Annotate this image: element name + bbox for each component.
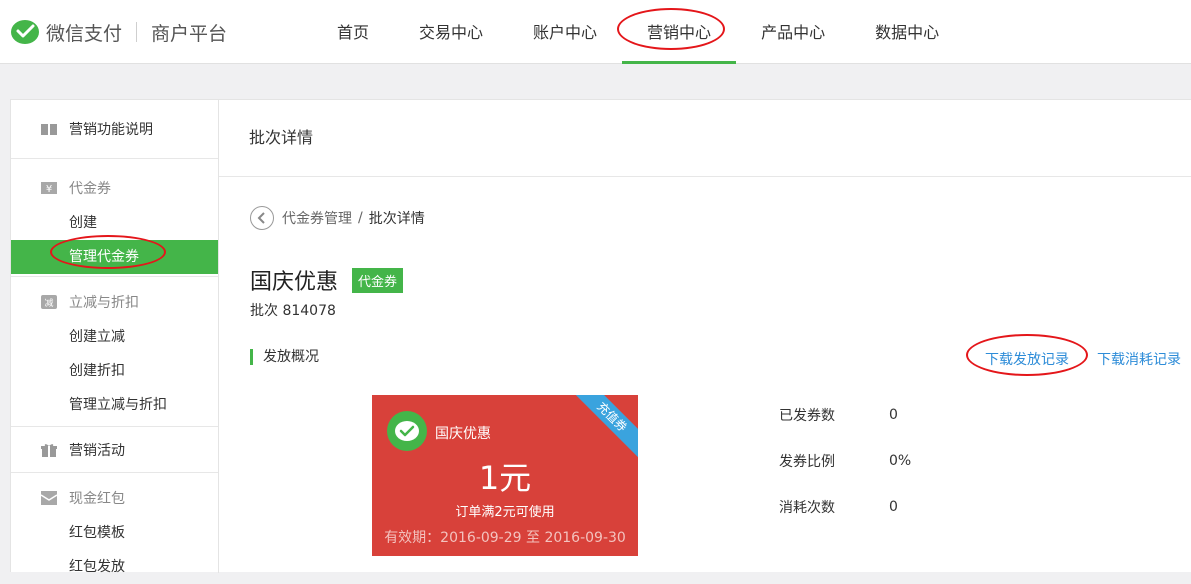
batch-title: 国庆优惠 [250,270,339,295]
sidebar-item-create-voucher[interactable]: 创建 [11,206,218,240]
brand-divider [136,22,138,42]
section-title: 发放概况 [250,349,319,365]
coupon-ribbon: 充值券 [569,395,638,460]
sidebar-heading-redpacket: 现金红包 [11,479,218,516]
stat-row: 消耗次数 0 [779,484,911,530]
sidebar-item-create-reduction[interactable]: 创建立减 [11,320,218,354]
sidebar-heading-label: 代金券 [69,180,111,197]
breadcrumb: 代金券管理 / 批次详情 [250,206,425,230]
stat-value: 0 [889,407,898,423]
brand-name: 微信支付 [46,22,123,45]
nav-account-center[interactable]: 账户中心 [508,0,622,64]
sidebar-item-create-discount[interactable]: 创建折扣 [11,354,218,388]
breadcrumb-separator: / [358,210,363,226]
stat-value: 0 [889,499,898,515]
svg-text:减: 减 [44,297,53,309]
brand-subtitle: 商户平台 [151,22,228,45]
coupon-card: 充值券 国庆优惠 1元 订单满2元可使用 有效期：2016-09-29 至 20… [372,395,638,556]
download-consume-record-link[interactable]: 下载消耗记录 [1097,349,1181,369]
batch-number: 批次 814078 [250,303,336,319]
voucher-tag: 代金券 [352,267,404,293]
sidebar-group-voucher: ¥ 代金券 创建 管理代金券 [11,159,218,277]
discount-icon: 减 [41,294,57,309]
sidebar-item-intro[interactable]: 营销功能说明 [11,100,218,158]
top-bar: 微信支付 商户平台 首页 交易中心 账户中心 营销中心 产品中心 数据中心 [0,0,1191,64]
book-icon [41,122,57,136]
svg-text:¥: ¥ [46,184,52,194]
stats-list: 已发券数 0 发券比例 0% 消耗次数 0 [779,392,911,530]
stat-label: 已发券数 [779,408,835,424]
chevron-left-icon [257,212,265,224]
sidebar-item-label: 营销功能说明 [69,122,153,138]
stat-label: 发券比例 [779,454,835,470]
sidebar-heading-voucher: ¥ 代金券 [11,169,218,206]
wechat-pay-icon [387,411,427,451]
back-button[interactable] [250,206,274,230]
coupon-name: 国庆优惠 [435,426,491,442]
yen-icon: ¥ [41,181,57,195]
sidebar-item-redpacket-send[interactable]: 红包发放 [11,550,218,584]
wechat-pay-logo-icon [10,17,40,47]
download-issue-record-link[interactable]: 下载发放记录 [985,349,1069,369]
nav-home[interactable]: 首页 [312,0,394,64]
coupon-validity: 有效期：2016-09-29 至 2016-09-30 [384,530,626,546]
sidebar-item-activity[interactable]: 营销活动 [11,431,218,468]
main-content: 批次详情 代金券管理 / 批次详情 国庆优惠 代金券 批次 814078 发放概… [219,100,1191,573]
sidebar-heading-discount: 减 立减与折扣 [11,283,218,320]
nav-marketing-center[interactable]: 营销中心 [622,0,737,64]
stat-row: 发券比例 0% [779,438,911,484]
stat-value: 0% [889,453,912,469]
sidebar-group-intro: 营销功能说明 [11,100,218,159]
nav-product-center[interactable]: 产品中心 [736,0,850,64]
sidebar-group-activity: 营销活动 [11,427,218,473]
sidebar-item-label: 营销活动 [69,442,125,459]
sidebar-heading-label: 立减与折扣 [69,294,139,311]
breadcrumb-current: 批次详情 [368,211,425,227]
stat-label: 消耗次数 [779,500,835,516]
sidebar-heading-label: 现金红包 [69,490,125,507]
sidebar: 营销功能说明 ¥ 代金券 创建 管理代金券 减 立减与折扣 创建立减 创建折扣 … [11,100,219,575]
sidebar-item-redpacket-template[interactable]: 红包模板 [11,516,218,550]
redpacket-icon [41,490,57,505]
sidebar-group-redpacket: 现金红包 红包模板 红包发放 [11,473,218,584]
gift-icon [41,443,57,457]
content-panel: 营销功能说明 ¥ 代金券 创建 管理代金券 减 立减与折扣 创建立减 创建折扣 … [10,99,1191,575]
nav-trade-center[interactable]: 交易中心 [394,0,508,64]
sidebar-item-manage-voucher[interactable]: 管理代金券 [11,240,218,274]
stat-row: 已发券数 0 [779,392,911,438]
coupon-amount: 1元 [478,459,532,497]
main-nav: 首页 交易中心 账户中心 营销中心 产品中心 数据中心 [312,0,964,64]
coupon-condition: 订单满2元可使用 [455,505,555,520]
brand-logo[interactable]: 微信支付 商户平台 [10,16,227,48]
sidebar-group-discount: 减 立减与折扣 创建立减 创建折扣 管理立减与折扣 [11,277,218,427]
page-title: 批次详情 [219,100,1191,177]
breadcrumb-parent-link[interactable]: 代金券管理 [282,208,352,228]
sidebar-item-manage-discount[interactable]: 管理立减与折扣 [11,388,218,422]
download-links: 下载发放记录 下载消耗记录 [957,349,1181,369]
batch-title-row: 国庆优惠 代金券 [250,264,404,296]
nav-data-center[interactable]: 数据中心 [850,0,964,64]
